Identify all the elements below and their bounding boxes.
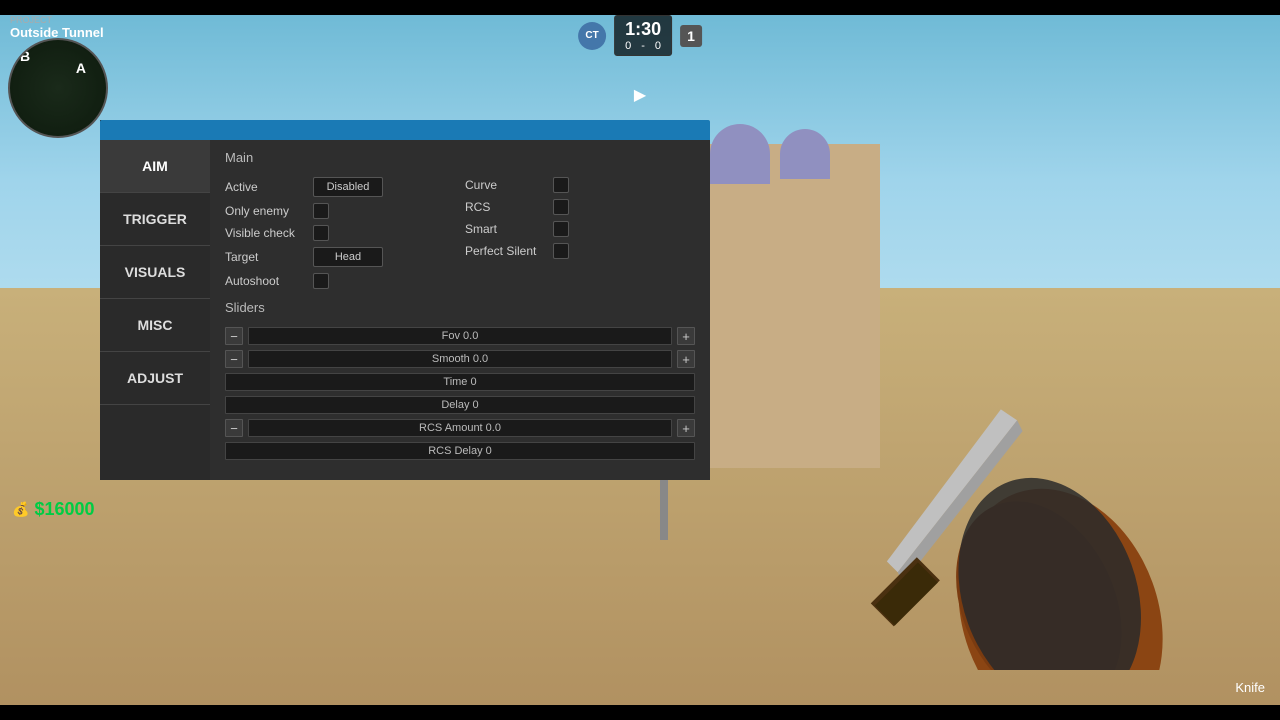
- target-button[interactable]: Head: [313, 247, 383, 267]
- active-label: Active: [225, 180, 305, 194]
- fov-minus-button[interactable]: −: [225, 327, 243, 345]
- money-icon: 💰: [12, 501, 29, 518]
- visible-check-row: Visible check: [225, 225, 455, 241]
- smooth-minus-button[interactable]: −: [225, 350, 243, 368]
- minimap-label-a: A: [76, 60, 86, 76]
- visible-check-checkbox[interactable]: [313, 225, 329, 241]
- only-enemy-checkbox[interactable]: [313, 203, 329, 219]
- timer-text: 1:30: [625, 19, 661, 40]
- money-value: $16000: [34, 499, 94, 520]
- top-bar: [0, 0, 1280, 15]
- rcs-label: RCS: [465, 200, 545, 214]
- settings-grid: Active Disabled Only enemy Visible check…: [225, 177, 695, 295]
- cheat-menu: AIM TRIGGER VISUALS MISC ADJUST Main Act…: [100, 120, 710, 480]
- money-display: 💰 $16000: [12, 499, 95, 520]
- fov-slider-track[interactable]: Fov 0.0: [248, 327, 672, 345]
- only-enemy-row: Only enemy: [225, 203, 455, 219]
- score-left: 0: [625, 40, 631, 52]
- smooth-plus-button[interactable]: +: [677, 350, 695, 368]
- autoshoot-row: Autoshoot: [225, 273, 455, 289]
- smart-label: Smart: [465, 222, 545, 236]
- smooth-slider-track[interactable]: Smooth 0.0: [248, 350, 672, 368]
- time-bar[interactable]: Time 0: [225, 373, 695, 391]
- perfect-silent-checkbox[interactable]: [553, 243, 569, 259]
- rcs-checkbox[interactable]: [553, 199, 569, 215]
- active-row: Active Disabled: [225, 177, 455, 197]
- menu-title-bar[interactable]: [100, 120, 710, 140]
- map-info: PROJECT Outside Tunnel: [10, 15, 104, 40]
- sidebar-item-visuals[interactable]: VISUALS: [100, 246, 210, 299]
- autoshoot-label: Autoshoot: [225, 274, 305, 288]
- bottom-bar: [0, 705, 1280, 720]
- delay-bar[interactable]: Delay 0: [225, 396, 695, 414]
- active-button[interactable]: Disabled: [313, 177, 383, 197]
- perfect-silent-label: Perfect Silent: [465, 244, 545, 258]
- round-badge: 1: [680, 25, 702, 47]
- autoshoot-checkbox[interactable]: [313, 273, 329, 289]
- rcs-amount-minus-button[interactable]: −: [225, 419, 243, 437]
- knife-label: Knife: [1235, 680, 1265, 695]
- rcs-row: RCS: [465, 199, 695, 215]
- rcs-amount-slider-track[interactable]: RCS Amount 0.0: [248, 419, 672, 437]
- fov-slider-row: − Fov 0.0 +: [225, 327, 695, 345]
- visible-check-label: Visible check: [225, 226, 305, 240]
- smart-row: Smart: [465, 221, 695, 237]
- smart-checkbox[interactable]: [553, 221, 569, 237]
- score-right: 0: [655, 40, 661, 52]
- timer-box: CT 1:30 0 - 0 1: [578, 15, 702, 56]
- score-row: 0 - 0: [625, 40, 661, 52]
- dome-building: [680, 144, 880, 468]
- target-label: Target: [225, 250, 305, 264]
- fov-plus-button[interactable]: +: [677, 327, 695, 345]
- rcs-amount-plus-button[interactable]: +: [677, 419, 695, 437]
- sliders-section: Sliders − Fov 0.0 + − Smooth 0.0 + Time …: [225, 300, 695, 460]
- sliders-section-title: Sliders: [225, 300, 695, 315]
- rcs-delay-bar[interactable]: RCS Delay 0: [225, 442, 695, 460]
- ct-icon: CT: [578, 22, 606, 50]
- rcs-amount-slider-row: − RCS Amount 0.0 +: [225, 419, 695, 437]
- sidebar-item-trigger[interactable]: TRIGGER: [100, 193, 210, 246]
- minimap: B A: [8, 38, 108, 138]
- dome-2: [780, 129, 830, 179]
- curve-row: Curve: [465, 177, 695, 193]
- menu-content: Main Active Disabled Only enemy Visible …: [210, 140, 710, 480]
- sidebar-item-misc[interactable]: MISC: [100, 299, 210, 352]
- sidebar-item-aim[interactable]: AIM: [100, 140, 210, 193]
- minimap-label-b: B: [20, 48, 30, 64]
- dome-1: [710, 124, 770, 184]
- main-section-title: Main: [225, 150, 695, 165]
- perfect-silent-row: Perfect Silent: [465, 243, 695, 259]
- settings-left-col: Active Disabled Only enemy Visible check…: [225, 177, 455, 295]
- smooth-slider-row: − Smooth 0.0 +: [225, 350, 695, 368]
- score-sep: -: [641, 40, 645, 52]
- curve-label: Curve: [465, 178, 545, 192]
- target-row: Target Head: [225, 247, 455, 267]
- sidebar-item-adjust[interactable]: ADJUST: [100, 352, 210, 405]
- project-label: PROJECT: [10, 15, 104, 25]
- score-timer: 1:30 0 - 0: [614, 15, 672, 56]
- only-enemy-label: Only enemy: [225, 204, 305, 218]
- menu-sidebar: AIM TRIGGER VISUALS MISC ADJUST: [100, 120, 210, 480]
- curve-checkbox[interactable]: [553, 177, 569, 193]
- settings-right-col: Curve RCS Smart Perfect Silent: [465, 177, 695, 295]
